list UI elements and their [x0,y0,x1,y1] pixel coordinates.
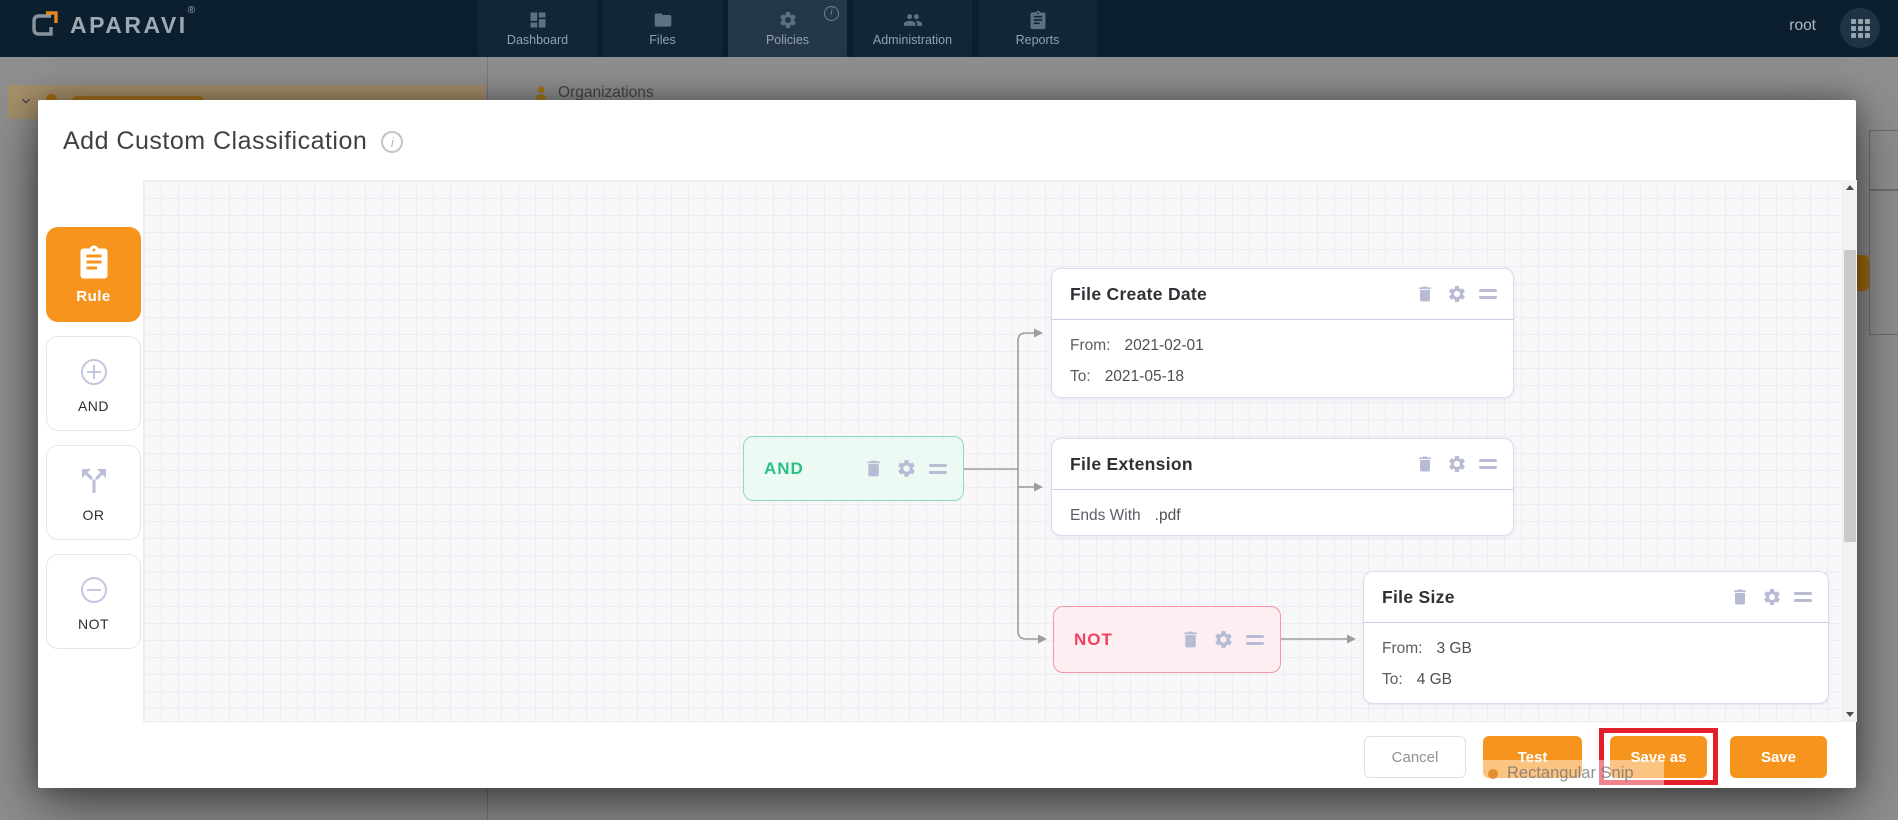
toolbar-button-label: Rule [76,288,111,305]
nav-item-administration[interactable]: Administration [853,0,972,57]
brand-registered-mark: ® [187,4,195,16]
rule-field-value: .pdf [1154,506,1181,524]
split-branch-icon [81,468,106,493]
nav-label: Reports [1015,33,1060,47]
node-toolbar: Rule AND OR NOT [46,227,141,649]
dimmed-orange-button-sliver [1856,255,1869,291]
organization-person-icon [536,86,546,100]
brand-name: APARAVI [70,11,188,38]
info-icon[interactable]: i [381,130,404,153]
drag-handle-icon[interactable] [929,463,947,474]
rule-field-label: To: [1382,670,1403,688]
settings-gear-icon[interactable] [1213,629,1234,650]
canvas-node-file-create-date[interactable]: File Create Date From: 2021-02-01 To: 20… [1051,268,1514,398]
settings-gear-icon[interactable] [896,458,917,479]
canvas-vertical-scrollbar[interactable] [1843,180,1857,722]
canvas-node-file-size[interactable]: File Size From: 3 GB To: 4 GB [1363,571,1829,704]
test-button[interactable]: Test [1483,736,1582,778]
dialog-title: Add Custom Classification [63,127,368,155]
rule-field-label: Ends With [1070,506,1141,524]
aparavi-logo-icon [32,11,58,36]
clipboard-icon [1030,10,1045,30]
cancel-button[interactable]: Cancel [1364,736,1466,778]
canvas-node-file-extension[interactable]: File Extension Ends With .pdf [1051,438,1514,536]
trash-icon[interactable] [1730,587,1750,607]
nav-label: Files [649,33,676,47]
trash-icon[interactable] [1415,454,1435,474]
nav-label: Dashboard [506,33,569,47]
logic-node-label: AND [764,458,804,478]
logic-node-label: NOT [1074,629,1113,649]
rule-field-value: 3 GB [1436,639,1472,657]
top-navbar: APARAVI® Dashboard Files i Policies Admi… [0,0,1898,57]
drag-handle-icon[interactable] [1794,592,1812,602]
folder-icon [654,13,671,27]
dashboard-icon [530,12,545,28]
save-as-button[interactable]: Save as [1610,736,1707,778]
settings-gear-icon[interactable] [1447,454,1467,474]
node-title: File Create Date [1070,283,1208,304]
drag-handle-icon[interactable] [1246,634,1264,645]
settings-gear-icon[interactable] [1447,284,1467,304]
chevron-down-icon [22,98,30,104]
nav-label: Administration [872,33,953,47]
nav-item-policies[interactable]: i Policies [728,0,847,57]
user-menu-label[interactable]: root [1789,17,1816,35]
clipboard-icon [80,245,107,279]
toolbar-rule-button[interactable]: Rule [46,227,141,322]
canvas-node-not[interactable]: NOT [1053,606,1281,673]
drag-handle-icon[interactable] [1479,459,1497,469]
rule-field-label: To: [1070,367,1091,385]
rule-field-label: From: [1382,639,1423,657]
toolbar-and-button[interactable]: AND [46,336,141,431]
apps-menu-button[interactable] [1840,8,1880,48]
save-button[interactable]: Save [1730,736,1827,778]
trash-icon[interactable] [1180,629,1201,650]
minus-circle-icon [80,576,107,603]
trash-icon[interactable] [863,458,884,479]
rule-field-value: 4 GB [1416,670,1453,688]
settings-gear-icon[interactable] [1762,587,1782,607]
info-icon[interactable]: i [824,6,839,21]
scroll-down-icon[interactable] [1843,707,1857,722]
gear-icon [779,11,796,28]
node-title: File Extension [1070,453,1193,474]
rule-field-label: From: [1070,336,1111,354]
nav-item-dashboard[interactable]: Dashboard [478,0,597,57]
node-title: File Size [1382,586,1455,607]
nav-item-reports[interactable]: Reports [978,0,1097,57]
nav-items: Dashboard Files i Policies Administratio… [478,0,1097,57]
drag-handle-icon[interactable] [1479,289,1497,299]
aparavi-logo: APARAVI® [28,5,195,41]
scrollbar-thumb[interactable] [1844,250,1856,542]
nav-item-files[interactable]: Files [603,0,722,57]
toolbar-button-label: NOT [77,615,110,632]
rule-canvas[interactable]: AND File Create Date From: 2021-02-01 To… [143,180,1843,722]
trash-icon[interactable] [1415,284,1435,304]
nav-label: Policies [765,33,810,47]
rule-field-value: 2021-02-01 [1124,336,1204,354]
apps-grid-icon [1850,18,1870,38]
canvas-node-and[interactable]: AND [743,436,964,501]
toolbar-button-label: AND [77,397,110,414]
toolbar-button-label: OR [82,506,105,523]
toolbar-not-button[interactable]: NOT [46,554,141,649]
scroll-up-icon[interactable] [1843,180,1857,195]
add-custom-classification-dialog: Add Custom Classification i Rule AND OR … [38,100,1857,788]
dimmed-table-row [1869,130,1898,190]
plus-circle-icon [80,358,107,385]
rule-field-value: 2021-05-18 [1104,367,1184,385]
toolbar-or-button[interactable]: OR [46,445,141,540]
dimmed-table-row [1869,190,1898,335]
people-icon [903,14,922,26]
